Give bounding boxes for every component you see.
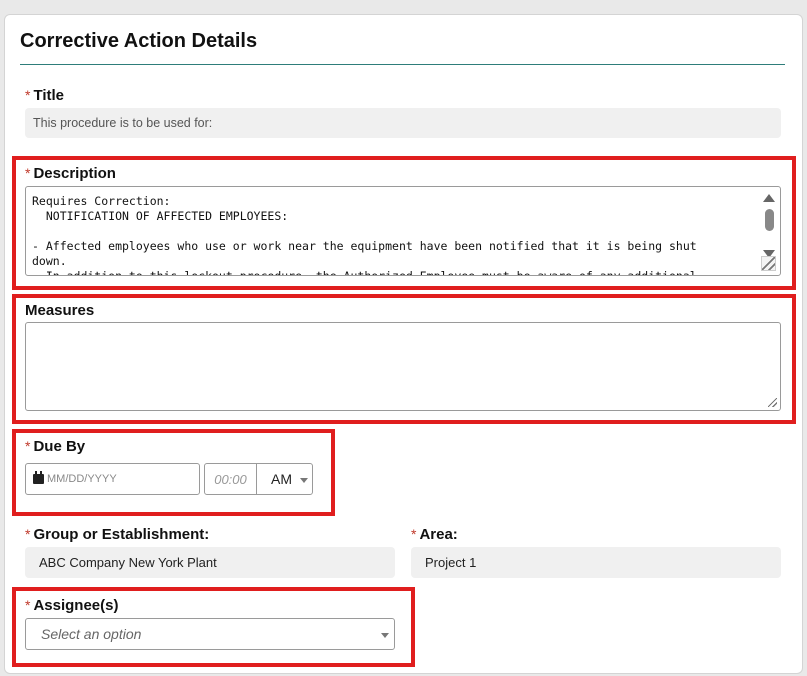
assignees-placeholder: Select an option: [41, 626, 142, 642]
resize-handle-icon[interactable]: [761, 256, 776, 271]
area-label: * Area:: [411, 526, 458, 543]
calendar-icon[interactable]: [33, 471, 44, 484]
description-text: Requires Correction: NOTIFICATION OF AFF…: [32, 194, 697, 275]
section-title: Corrective Action Details: [20, 30, 258, 52]
chevron-down-icon: [381, 633, 389, 638]
scroll-up-icon[interactable]: [763, 194, 775, 202]
title-label: * Title: [25, 87, 65, 104]
description-scrollbar[interactable]: [760, 189, 778, 261]
assignees-select[interactable]: Select an option: [25, 618, 395, 650]
group-label: * Group or Establishment:: [25, 526, 210, 543]
due-by-label: * Due By: [25, 438, 86, 455]
time-placeholder: 00:00: [214, 472, 247, 487]
scroll-thumb[interactable]: [765, 209, 774, 231]
ampm-value: AM: [271, 471, 292, 487]
description-textarea[interactable]: Requires Correction: NOTIFICATION OF AFF…: [25, 186, 781, 276]
measures-textarea[interactable]: [25, 322, 781, 411]
due-time-input[interactable]: 00:00: [204, 463, 257, 495]
group-value: ABC Company New York Plant: [39, 555, 217, 570]
ampm-select[interactable]: AM: [256, 463, 313, 495]
group-field: ABC Company New York Plant: [25, 547, 395, 578]
due-date-input[interactable]: MM/DD/YYYY: [25, 463, 200, 495]
required-marker: *: [25, 87, 31, 103]
required-marker: *: [25, 438, 31, 454]
area-field: Project 1: [411, 547, 781, 578]
title-field: This procedure is to be used for:: [25, 108, 781, 138]
required-marker: *: [411, 526, 417, 542]
resize-handle-icon[interactable]: [768, 398, 777, 407]
measures-label: Measures: [25, 302, 95, 319]
section-divider: [20, 64, 785, 65]
required-marker: *: [25, 526, 31, 542]
description-label: * Description: [25, 165, 116, 182]
chevron-down-icon: [300, 478, 308, 483]
assignees-label: * Assignee(s): [25, 597, 119, 614]
area-value: Project 1: [425, 555, 477, 570]
date-placeholder: MM/DD/YYYY: [47, 473, 117, 485]
title-value: This procedure is to be used for:: [33, 116, 213, 130]
required-marker: *: [25, 165, 31, 181]
required-marker: *: [25, 597, 31, 613]
